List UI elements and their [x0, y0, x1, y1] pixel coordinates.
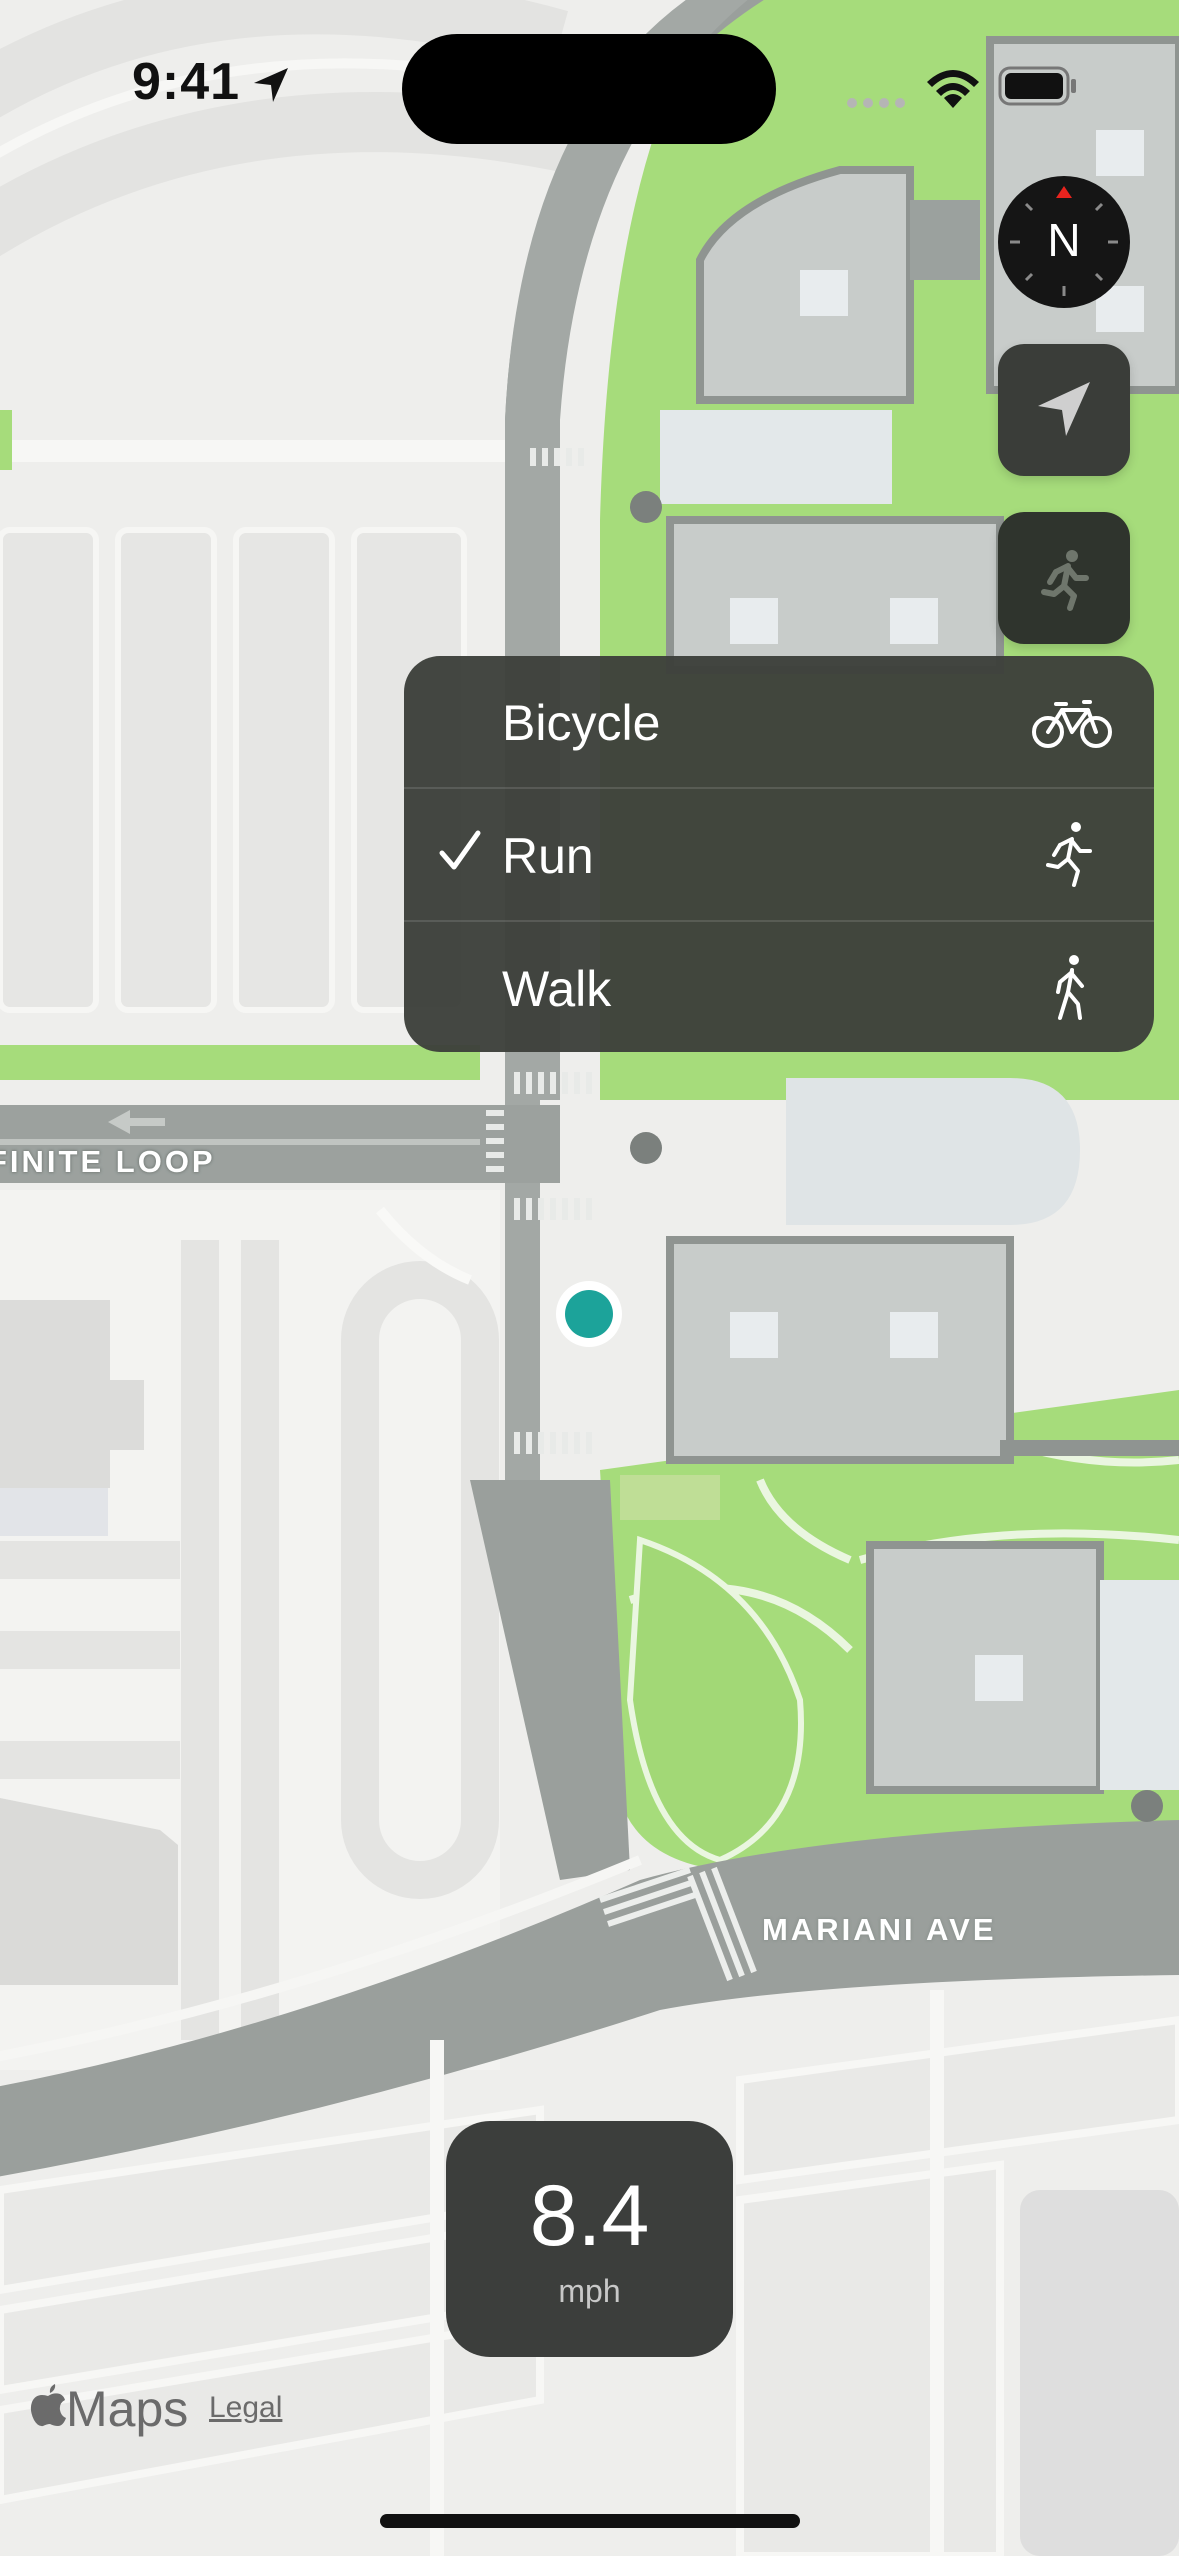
compass-north-label: N — [1047, 214, 1081, 266]
runner-icon — [1046, 822, 1092, 887]
walker-icon — [1056, 955, 1084, 1020]
location-arrow-icon — [1038, 382, 1090, 436]
home-indicator[interactable] — [380, 2514, 800, 2528]
status-time: 9:41 — [132, 53, 241, 111]
speed-unit: mph — [558, 2273, 621, 2309]
dynamic-island — [402, 34, 776, 144]
street-label-mariani-ave: MARIANI AVE — [762, 1912, 997, 1947]
wifi-icon — [927, 70, 979, 108]
menu-item-run[interactable]: Run — [404, 789, 1154, 920]
maps-brand-text: Maps — [66, 2381, 189, 2437]
menu-item-bicycle[interactable]: Bicycle — [404, 656, 1154, 787]
street-label-infinite-loop: FINITE LOOP — [0, 1144, 216, 1179]
signal-dots-icon — [847, 98, 905, 108]
menu-item-label: Run — [502, 828, 594, 884]
speed-value: 8.4 — [529, 2168, 650, 2264]
checkmark-icon — [439, 830, 481, 870]
speed-indicator: 8.4 mph — [446, 2121, 733, 2357]
menu-item-label: Bicycle — [502, 695, 661, 751]
compass-button[interactable]: N — [998, 176, 1130, 308]
workout-mode-menu: Bicycle Run Walk — [404, 656, 1154, 1052]
track-location-button[interactable] — [998, 344, 1130, 476]
runner-icon — [1041, 550, 1089, 611]
legal-link[interactable]: Legal — [209, 2391, 282, 2425]
menu-item-walk[interactable]: Walk — [404, 922, 1154, 1052]
workout-mode-button[interactable] — [998, 512, 1130, 644]
location-arrow-icon — [254, 68, 288, 102]
battery-icon — [998, 66, 1076, 106]
apple-logo-icon — [30, 2384, 66, 2427]
menu-item-label: Walk — [502, 961, 612, 1017]
bicycle-icon — [1032, 700, 1112, 748]
